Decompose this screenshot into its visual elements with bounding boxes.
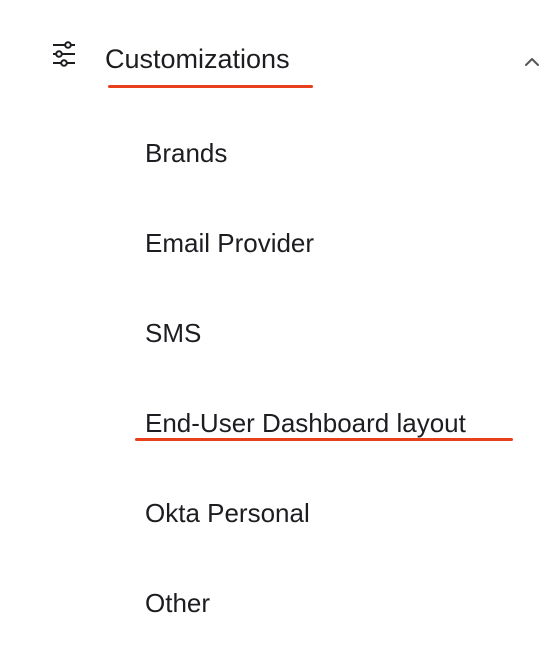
submenu-item-sms[interactable]: SMS [145,316,201,350]
section-title: Customizations [105,44,290,74]
submenu-item-okta-personal[interactable]: Okta Personal [145,496,310,530]
highlight-underline [108,85,313,88]
submenu-item-end-user-dashboard-layout[interactable]: End-User Dashboard layout [145,406,466,440]
highlight-underline [135,438,513,441]
submenu-item-email-provider[interactable]: Email Provider [145,226,314,260]
sliders-icon [50,40,78,68]
submenu-item-brands[interactable]: Brands [145,136,227,170]
customizations-section-header[interactable]: Customizations [0,30,560,94]
submenu-item-other[interactable]: Other [145,586,210,620]
chevron-up-icon[interactable] [520,50,544,74]
